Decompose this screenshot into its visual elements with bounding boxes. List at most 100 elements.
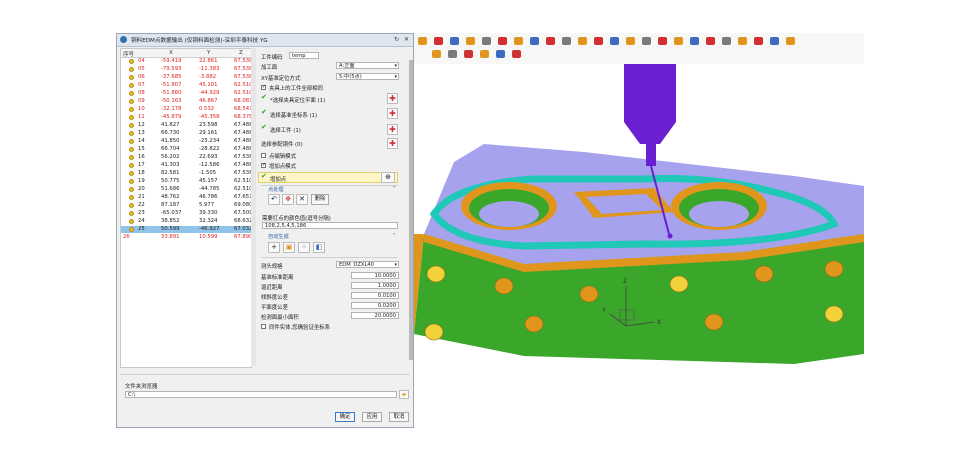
toolbar-tool-icon[interactable] xyxy=(722,37,731,45)
toolbar-tool-icon[interactable] xyxy=(690,37,699,45)
generate-icon[interactable]: ◧ xyxy=(313,242,325,253)
pick-plane-button[interactable]: ✚ xyxy=(387,93,398,104)
toolbar-tool-icon[interactable] xyxy=(496,50,505,58)
toolbar-tool-icon[interactable] xyxy=(754,37,763,45)
table-row[interactable]: 21 48.762 46.786 67.657 xyxy=(121,194,251,201)
table-row[interactable]: 12 41.827 23.598 67.488 xyxy=(121,122,251,129)
cube-icon[interactable]: ▣ xyxy=(283,242,295,253)
flat-tol-input[interactable]: 0.0200 xyxy=(351,302,399,309)
table-row[interactable]: 13 66.730 29.161 67.488 xyxy=(121,130,251,137)
toolbar-tool-icon[interactable] xyxy=(466,37,475,45)
add-mode-checkbox[interactable] xyxy=(261,162,266,168)
probe-mode-checkbox[interactable] xyxy=(261,153,266,158)
table-row[interactable]: 15 66.704 -28.822 67.488 xyxy=(121,146,251,153)
toolbar-tool-icon[interactable] xyxy=(448,50,457,58)
point-edit-icon[interactable]: ✥ xyxy=(282,194,294,205)
table-row[interactable]: 22 87.187 5.977 69.080 xyxy=(121,202,251,209)
toolbar-tool-icon[interactable] xyxy=(786,37,795,45)
table-row[interactable]: 04 -59.419 22.861 67.538 xyxy=(121,58,251,65)
panel-scrollbar[interactable] xyxy=(409,60,413,360)
table-row[interactable]: 24 38.852 32.324 68.632 xyxy=(121,218,251,225)
toolbar-tool-icon[interactable] xyxy=(658,37,667,45)
collapse-icon[interactable]: ⌃ xyxy=(392,233,397,239)
toolbar-tool-icon[interactable] xyxy=(738,37,747,45)
cancel-button[interactable]: 取消 xyxy=(389,412,409,422)
select-ref-group[interactable]: 选择参配铜件 (0) xyxy=(261,140,303,148)
toolbar-tool-icon[interactable] xyxy=(450,37,459,45)
toolbar-tool-icon[interactable] xyxy=(578,37,587,45)
approach-input[interactable]: 1.0000 xyxy=(351,282,399,289)
table-row[interactable]: 14 41.850 -23.234 67.488 xyxy=(121,138,251,145)
table-row[interactable]: 17 41.303 -12.586 67.488 xyxy=(121,162,251,169)
table-row[interactable]: 09 -50.163 46.867 68.083 xyxy=(121,98,251,105)
toolbar-tool-icon[interactable] xyxy=(674,37,683,45)
toolbar-tool-icon[interactable] xyxy=(562,37,571,45)
fixture-same-checkbox[interactable] xyxy=(261,84,266,90)
table-row[interactable]: 05 -79.593 -11.383 67.538 xyxy=(121,66,251,73)
toolbar-tool-icon[interactable] xyxy=(546,37,555,45)
toolbar-tool-icon[interactable] xyxy=(770,37,779,45)
toolbar-tool-icon[interactable] xyxy=(498,37,507,45)
toolbar-tool-icon[interactable] xyxy=(480,50,489,58)
reset-icon[interactable]: ↻ xyxy=(393,36,400,43)
min-area-input[interactable]: 20.0000 xyxy=(351,312,399,319)
toolbar-tool-icon[interactable] xyxy=(432,50,441,58)
table-row[interactable]: 20 51.686 -44.785 62.510 xyxy=(121,186,251,193)
table-row[interactable]: 23 -65.037 39.330 67.509 xyxy=(121,210,251,217)
folder-open-icon[interactable]: ▰ xyxy=(399,390,409,399)
points-icon[interactable]: ⁘ xyxy=(298,242,310,253)
machining-face-select[interactable]: A:正面 xyxy=(336,62,399,69)
table-scrollbar[interactable] xyxy=(251,48,256,366)
toolbar-tool-icon[interactable] xyxy=(706,37,715,45)
xy-ref-select[interactable]: 5:中(5点) xyxy=(336,73,399,80)
table-row[interactable]: 07 -51.807 45.101 62.510 xyxy=(121,82,251,89)
pick-workpiece-button[interactable]: ✚ xyxy=(387,124,398,135)
delete-icon[interactable]: ✕ xyxy=(296,194,308,205)
point-process-section[interactable]: 点处理 xyxy=(268,186,284,193)
select-ref-csys[interactable]: 选择基准坐标系 (1) xyxy=(270,111,317,119)
table-row[interactable]: 26 33.891 10.599 67.890 xyxy=(121,234,251,241)
pick-csys-button[interactable]: ✚ xyxy=(387,108,398,119)
toolbar-tool-icon[interactable] xyxy=(594,37,603,45)
toolbar-tool-icon[interactable] xyxy=(642,37,651,45)
cad-viewport[interactable]: X Y Z xyxy=(414,64,864,428)
add-icon[interactable]: + xyxy=(268,242,280,253)
select-fixture-plane[interactable]: *选择夹具定位平面 (1) xyxy=(270,96,325,104)
table-row[interactable]: 25 50.599 -46.927 67.032 xyxy=(121,226,251,233)
table-row[interactable]: 06 -37.685 -3.882 67.538 xyxy=(121,74,251,81)
table-row[interactable]: 18 82.581 -1.505 67.538 xyxy=(121,170,251,177)
table-row[interactable]: 08 -51.860 -44.929 62.510 xyxy=(121,90,251,97)
delete-button[interactable]: 删除 xyxy=(311,194,329,205)
toolbar-tool-icon[interactable] xyxy=(514,37,523,45)
undo-icon[interactable]: ↶ xyxy=(268,194,280,205)
table-row[interactable]: 16 56.202 22.693 67.538 xyxy=(121,154,251,161)
table-row[interactable]: 19 50.775 45.157 62.510 xyxy=(121,178,251,185)
point-dialog-icon[interactable]: ⊕ xyxy=(381,172,395,183)
auto-gen-section[interactable]: 自动生成 xyxy=(268,233,289,240)
probe-spec-select[interactable]: EDM_DZXL40 xyxy=(336,261,399,268)
scroll-thumb[interactable] xyxy=(409,60,413,360)
select-workpiece[interactable]: 选择工件 (1) xyxy=(270,126,301,134)
table-row[interactable]: 10 -32.178 0.532 68.547 xyxy=(121,106,251,113)
toolbar-tool-icon[interactable] xyxy=(482,37,491,45)
tilt-tol-input[interactable]: 0.0100 xyxy=(351,292,399,299)
close-icon[interactable]: ✕ xyxy=(403,36,410,43)
toolbar-tool-icon[interactable] xyxy=(610,37,619,45)
safe-dist-input[interactable]: 10.0000 xyxy=(351,272,399,279)
toolbar-tool-icon[interactable] xyxy=(434,37,443,45)
ok-button[interactable]: 确定 xyxy=(335,412,355,422)
table-row[interactable]: 11 -45.879 -45.358 68.378 xyxy=(121,114,251,121)
toolbar-tool-icon[interactable] xyxy=(512,50,521,58)
toolbar-tool-icon[interactable] xyxy=(530,37,539,45)
toolbar-tool-icon[interactable] xyxy=(464,50,473,58)
workpiece-no-input[interactable]: temp xyxy=(289,52,319,59)
color-value-input[interactable]: 108,2,5,4,5,186 xyxy=(262,222,398,229)
apply-button[interactable]: 应用 xyxy=(362,412,382,422)
toolbar-tool-icon[interactable] xyxy=(418,37,427,45)
one-csys-checkbox[interactable] xyxy=(261,324,266,329)
edm-dialog: 铜料EDM点数据输出 (仅铜料面检测)-深圳平泰科技 YG ↻ ✕ 序号 X Y… xyxy=(116,33,414,428)
toolbar-tool-icon[interactable] xyxy=(626,37,635,45)
collapse-icon[interactable]: ⌃ xyxy=(392,186,397,192)
folder-path-input[interactable]: C:\ xyxy=(125,391,397,398)
pick-group-button[interactable]: ✚ xyxy=(387,138,398,149)
